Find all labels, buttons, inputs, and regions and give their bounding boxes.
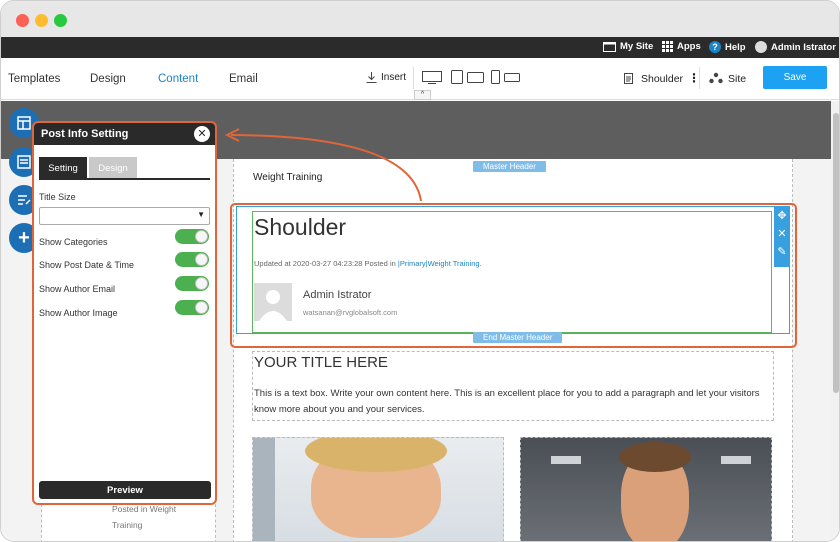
mobile-view-icon[interactable] <box>491 70 521 84</box>
master-header-label: Master Header <box>473 161 546 172</box>
chevron-down-icon: ▼ <box>197 210 205 219</box>
left-caption-line-2: Training <box>112 520 143 530</box>
toolbar-divider <box>413 67 414 89</box>
insert-button[interactable]: Insert <box>366 72 406 83</box>
close-icon[interactable]: ✕ <box>194 126 210 142</box>
site-menu[interactable]: Site <box>728 73 746 85</box>
highlight-arrow <box>224 128 422 202</box>
help-link[interactable]: ? Help <box>709 41 746 53</box>
equipment-shape <box>253 438 275 541</box>
image-man-gym[interactable] <box>520 437 772 541</box>
editor-toolbar: Templates Design Content Email Insert ^ … <box>1 59 839 100</box>
help-label: Help <box>725 41 746 53</box>
toggle-label-categories: Show Categories <box>39 237 108 247</box>
tab-content[interactable]: Content <box>158 73 198 85</box>
close-window-button[interactable] <box>16 14 29 27</box>
tab-email[interactable]: Email <box>229 73 258 85</box>
tab-underline <box>39 178 210 180</box>
sitemap-icon <box>709 72 723 84</box>
user-name: Admin Istrator <box>771 41 836 53</box>
panel-title: Post Info Setting <box>41 128 129 140</box>
toggle-label-email: Show Author Email <box>39 284 116 294</box>
apps-grid-icon <box>662 41 673 52</box>
text-box-title: YOUR TITLE HERE <box>254 354 388 371</box>
toggle-label-image: Show Author Image <box>39 308 118 318</box>
highlight-post-block <box>230 203 797 348</box>
list-icon <box>17 155 31 169</box>
user-menu[interactable]: Admin Istrator <box>755 41 836 53</box>
post-info-setting-panel: Post Info Setting ✕ Setting Design Title… <box>32 121 217 505</box>
desktop-view-icon[interactable] <box>422 71 442 84</box>
scrollbar-thumb[interactable] <box>833 113 839 393</box>
toggle-show-email[interactable] <box>175 276 209 291</box>
collapse-toolbar-button[interactable]: ^ <box>414 90 431 100</box>
tab-design[interactable]: Design <box>89 157 137 179</box>
ceiling-light <box>551 456 581 464</box>
toggle-show-image[interactable] <box>175 300 209 315</box>
toolbar-divider-2 <box>699 67 700 89</box>
tab-design[interactable]: Design <box>90 73 126 85</box>
tab-templates[interactable]: Templates <box>8 73 60 85</box>
tab-setting[interactable]: Setting <box>39 157 87 179</box>
toggle-show-categories[interactable] <box>175 229 209 244</box>
page-icon <box>624 73 633 84</box>
edit-list-icon <box>18 195 31 205</box>
my-site-label: My Site <box>620 41 654 52</box>
layout-icon <box>17 116 31 130</box>
page-selector[interactable]: Shoulder <box>641 73 683 85</box>
save-button[interactable]: Save <box>763 66 827 89</box>
admin-bar: My Site Apps ? Help Admin Istrator <box>1 37 839 58</box>
insert-download-icon <box>366 72 377 83</box>
left-post-card: Posted in Weight Training <box>41 499 216 541</box>
monitor-icon <box>603 41 616 52</box>
left-caption-line-1: Posted in Weight <box>112 504 177 514</box>
hair-shape-2 <box>619 442 691 472</box>
maximize-window-button[interactable] <box>54 14 67 27</box>
toggle-label-date: Show Post Date & Time <box>39 260 135 270</box>
title-size-label: Title Size <box>39 192 76 202</box>
image-woman-workout[interactable] <box>252 437 504 541</box>
tablet-view-icon[interactable] <box>451 70 485 84</box>
avatar-icon <box>755 41 767 53</box>
my-site-link[interactable]: My Site <box>603 41 653 52</box>
apps-link[interactable]: Apps <box>662 41 701 52</box>
preview-button[interactable]: Preview <box>39 481 211 499</box>
help-icon: ? <box>709 41 721 53</box>
app-window: My Site Apps ? Help Admin Istrator Templ… <box>0 0 840 542</box>
window-titlebar <box>1 1 839 37</box>
toggle-show-date[interactable] <box>175 252 209 267</box>
text-box-body: This is a text box. Write your own conte… <box>254 388 760 415</box>
panel-header: Post Info Setting ✕ <box>34 123 215 145</box>
ceiling-light-2 <box>721 456 751 464</box>
apps-label: Apps <box>677 41 701 52</box>
insert-label: Insert <box>381 72 407 83</box>
title-size-select[interactable]: ▼ <box>39 207 210 225</box>
minimize-window-button[interactable] <box>35 14 48 27</box>
